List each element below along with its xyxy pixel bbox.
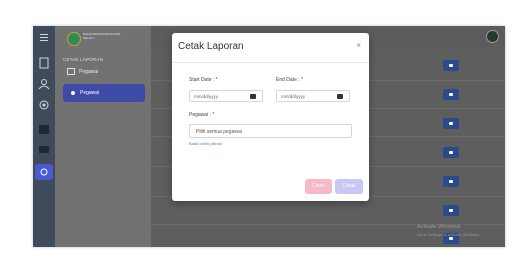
settings-icon[interactable] — [38, 98, 50, 110]
end-date-placeholder: mm/dd/yyyy — [281, 94, 306, 99]
sidebar-item-pegawai[interactable]: Pegawai — [63, 66, 141, 78]
activation-watermark: Activate Windows Go to Settings to activ… — [417, 224, 480, 238]
section-label: CETAK LAPORAN — [63, 57, 104, 62]
brand-line-2: KELAS I — [83, 36, 95, 40]
close-button[interactable]: Close — [305, 179, 332, 194]
sidebar: BALAI PEMASYARAKATAN KELAS I CETAK LAPOR… — [55, 26, 151, 247]
start-date-label: Start Date : * — [189, 77, 218, 83]
row-action-button[interactable] — [443, 60, 459, 71]
calendar-icon[interactable] — [38, 122, 50, 134]
avatar[interactable] — [486, 30, 499, 43]
document-icon[interactable] — [38, 56, 50, 69]
logo — [67, 32, 81, 46]
pegawai-label: Pegawai : * — [189, 112, 215, 118]
sidebar-item-label: Pegawai — [80, 90, 100, 96]
calendar-icon[interactable] — [250, 94, 256, 99]
report-icon[interactable] — [35, 164, 53, 180]
brand-name: BALAI PEMASYARAKATAN KELAS I — [83, 32, 120, 40]
sidebar-item-label: Pegawai — [79, 69, 99, 75]
row-action-button[interactable] — [443, 147, 459, 158]
print-report-modal: Cetak Laporan × Start Date : * End Date … — [172, 33, 369, 201]
start-date-field[interactable]: mm/dd/yyyy — [189, 90, 263, 102]
print-button[interactable]: Cetak — [335, 179, 363, 194]
modal-title: Cetak Laporan — [178, 41, 244, 52]
start-date-placeholder: mm/dd/yyyy — [194, 94, 219, 99]
calendar-icon[interactable] — [337, 94, 343, 99]
end-date-field[interactable]: mm/dd/yyyy — [276, 90, 350, 102]
row-action-button[interactable] — [443, 89, 459, 100]
user-icon[interactable] — [38, 77, 50, 90]
watermark-subtitle: Go to Settings to activate Windows. — [417, 232, 481, 237]
menu-icon[interactable] — [38, 30, 50, 42]
dot-icon — [71, 90, 75, 95]
end-date-label: End Date : * — [276, 77, 303, 83]
clear-selection-link[interactable]: Batal ceklis pilihan — [189, 141, 222, 146]
sidebar-item-pegawai-active[interactable]: Pegawai — [63, 84, 145, 102]
pegawai-select[interactable]: Pilih semua pegawai — [189, 124, 352, 138]
close-icon[interactable]: × — [356, 41, 361, 50]
row-action-button[interactable] — [443, 176, 459, 187]
watermark-title: Activate Windows — [417, 224, 461, 230]
modal-divider — [172, 62, 369, 63]
icon-rail — [33, 26, 55, 247]
chat-icon[interactable] — [38, 143, 50, 155]
list-icon — [67, 68, 75, 76]
row-action-button[interactable] — [443, 118, 459, 129]
row-action-button[interactable] — [443, 205, 459, 216]
